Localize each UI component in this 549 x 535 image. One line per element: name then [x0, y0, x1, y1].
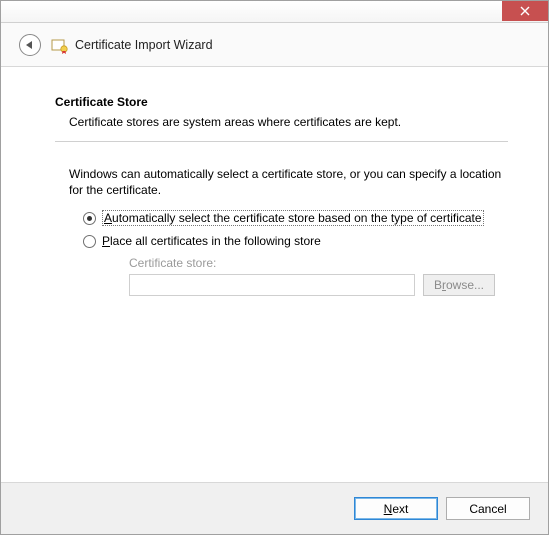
certificate-store-block: Certificate store: Browse...	[129, 256, 508, 296]
next-button[interactable]: Next	[354, 497, 438, 520]
divider	[55, 141, 508, 142]
radio-manual-label: Place all certificates in the following …	[102, 234, 321, 248]
page-subtitle: Certificate stores are system areas wher…	[69, 115, 508, 129]
store-radio-group: Automatically select the certificate sto…	[83, 210, 508, 296]
page-heading: Certificate Store	[55, 95, 508, 109]
browse-button: Browse...	[423, 274, 495, 296]
wizard-footer: Next Cancel	[1, 482, 548, 534]
certificate-wizard-icon	[51, 38, 69, 54]
wizard-title: Certificate Import Wizard	[75, 38, 213, 52]
radio-manual-store[interactable]: Place all certificates in the following …	[83, 234, 508, 248]
wizard-header: Certificate Import Wizard	[1, 23, 548, 67]
close-icon	[520, 6, 530, 16]
close-button[interactable]	[502, 1, 548, 21]
cancel-button[interactable]: Cancel	[446, 497, 530, 520]
certificate-store-label: Certificate store:	[129, 256, 508, 270]
radio-auto-select[interactable]: Automatically select the certificate sto…	[83, 210, 508, 226]
wizard-content: Certificate Store Certificate stores are…	[1, 67, 548, 482]
back-arrow-icon	[26, 41, 32, 49]
back-button[interactable]	[19, 34, 41, 56]
radio-icon	[83, 235, 96, 248]
radio-icon	[83, 212, 96, 225]
titlebar	[1, 1, 548, 23]
certificate-store-input	[129, 274, 415, 296]
radio-auto-label: Automatically select the certificate sto…	[102, 210, 484, 226]
page-body-text: Windows can automatically select a certi…	[69, 166, 504, 198]
